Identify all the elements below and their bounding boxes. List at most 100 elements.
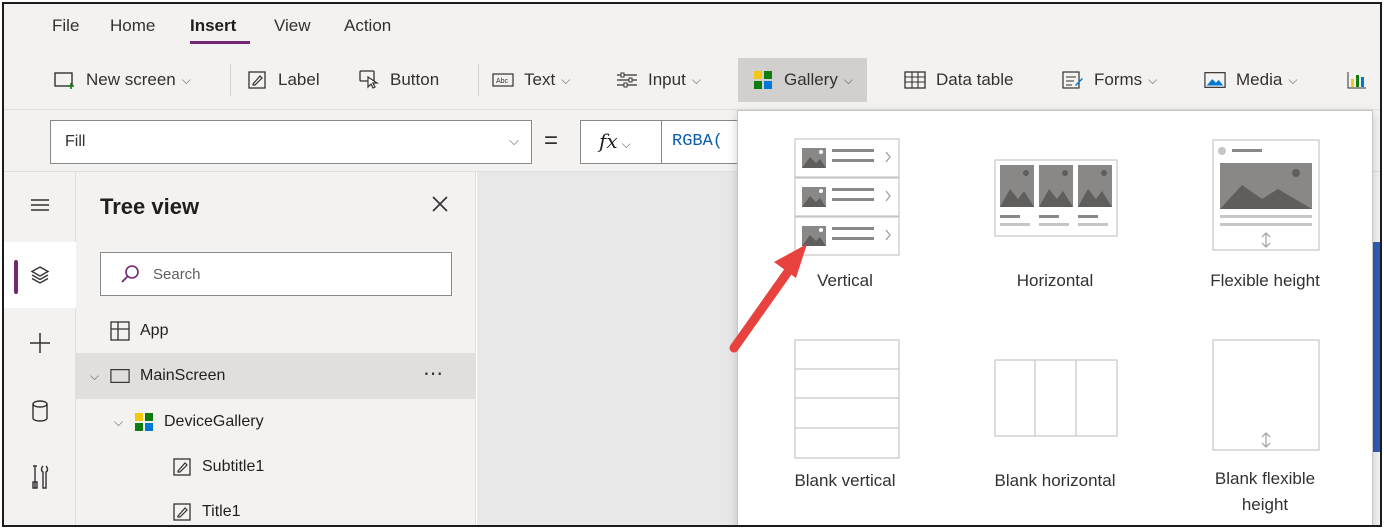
forms-button[interactable]: Forms ⌵: [1054, 58, 1165, 102]
gallery-icon: [134, 412, 154, 432]
menu-view[interactable]: View: [274, 16, 311, 36]
function-button[interactable]: fx ⌵: [580, 120, 662, 164]
chevron-down-icon: ⌵: [1288, 72, 1298, 87]
tree-node-title1[interactable]: Title1: [76, 489, 476, 525]
label-button[interactable]: Label: [236, 58, 330, 102]
horizontal-gallery-thumbnail: [994, 159, 1118, 237]
button-button-label: Button: [390, 70, 440, 89]
database-icon[interactable]: [4, 378, 76, 444]
svg-text:Abc: Abc: [496, 78, 509, 85]
tree-node-label: DeviceGallery: [164, 413, 264, 430]
menu-bar: File Home Insert View Action: [4, 4, 1380, 46]
chevron-down-icon: ⌵: [843, 72, 853, 87]
chevron-down-icon: ⌵: [561, 72, 571, 87]
data-table-button[interactable]: Data table: [896, 58, 1022, 102]
input-button-label: Input: [648, 70, 686, 89]
more-options-icon[interactable]: ⋯: [423, 361, 444, 386]
tree-view-title: Tree view: [100, 194, 200, 219]
edit-label-icon: [172, 457, 192, 477]
tree-node-app[interactable]: App: [76, 308, 476, 354]
plus-icon[interactable]: [4, 310, 76, 376]
menu-file[interactable]: File: [52, 16, 79, 36]
fx-icon: fx: [599, 129, 618, 153]
tree-node-mainscreen[interactable]: ⌵ MainScreen ⋯: [76, 353, 476, 399]
text-button-label: Text: [524, 70, 556, 89]
tree-node-label: Subtitle1: [202, 458, 265, 475]
tree-view-panel: Tree view Search App ⌵ MainScreen ⋯ ⌵ De…: [76, 172, 476, 525]
gallery-option-blank-horizontal[interactable]: Blank horizontal: [950, 335, 1160, 494]
chevron-down-icon: ⌵: [509, 133, 519, 148]
new-screen-icon: [54, 69, 76, 91]
button-cursor-icon: [358, 69, 380, 91]
menu-insert[interactable]: Insert: [190, 16, 236, 36]
gallery-option-blank-vertical[interactable]: Blank vertical: [740, 335, 950, 494]
edit-label-icon: [246, 69, 268, 91]
tree-node-label: Title1: [202, 503, 241, 520]
media-button[interactable]: Media ⌵: [1196, 58, 1305, 102]
sliders-icon: [616, 69, 638, 91]
insert-ribbon: New screen ⌵ Label Button Abc Text ⌵ Inp…: [4, 46, 1380, 110]
chevron-down-icon: ⌵: [90, 368, 100, 383]
tree-node-label: MainScreen: [140, 367, 226, 384]
blue-panel-element: [1372, 242, 1380, 452]
close-icon[interactable]: [428, 192, 452, 216]
app-icon: [110, 321, 130, 341]
chevron-down-icon: ⌵: [114, 414, 124, 429]
charts-button[interactable]: [1344, 58, 1380, 102]
blank-flexible-height-gallery-thumbnail: [1212, 339, 1320, 451]
label-button-label: Label: [278, 70, 320, 89]
blank-horizontal-gallery-thumbnail: [994, 359, 1118, 437]
input-button[interactable]: Input ⌵: [608, 58, 709, 102]
gallery-button-label: Gallery: [784, 70, 838, 89]
search-icon: [119, 263, 141, 290]
ribbon-divider: [478, 64, 479, 96]
gallery-icon: [752, 69, 774, 91]
data-table-label: Data table: [936, 70, 1014, 89]
media-button-label: Media: [1236, 70, 1283, 89]
menu-home[interactable]: Home: [110, 16, 155, 36]
chevron-down-icon: ⌵: [181, 72, 191, 87]
tree-node-devicegallery[interactable]: ⌵ DeviceGallery: [76, 399, 476, 445]
tree-node-subtitle1[interactable]: Subtitle1: [76, 444, 476, 490]
design-canvas[interactable]: [477, 172, 737, 525]
text-box-icon: Abc: [492, 69, 514, 91]
text-button[interactable]: Abc Text ⌵: [484, 58, 578, 102]
chart-icon: [1346, 69, 1368, 91]
left-rail: [4, 172, 76, 525]
table-icon: [904, 69, 926, 91]
gallery-option-flexible-height[interactable]: Flexible height: [1160, 135, 1370, 294]
screen-icon: [110, 366, 130, 386]
chevron-down-icon: ⌵: [1148, 72, 1158, 87]
flexible-height-gallery-thumbnail: [1212, 139, 1320, 251]
chevron-down-icon: ⌵: [691, 72, 701, 87]
forms-button-label: Forms: [1094, 70, 1143, 89]
formula-text: RGBA(: [672, 132, 724, 151]
edit-label-icon: [172, 502, 192, 522]
gallery-dropdown: Vertical Horizontal Flexible height Blan…: [737, 110, 1373, 525]
app-window: File Home Insert View Action New screen …: [2, 2, 1382, 527]
new-screen-button[interactable]: New screen ⌵: [42, 58, 203, 102]
active-menu-underline: [190, 41, 250, 44]
chevron-down-icon: ⌵: [621, 137, 631, 151]
property-value: Fill: [65, 133, 86, 150]
image-icon: [1204, 69, 1226, 91]
form-icon: [1062, 69, 1084, 91]
property-dropdown[interactable]: Fill ⌵: [50, 120, 532, 164]
vertical-gallery-thumbnail: [794, 138, 900, 256]
tools-icon[interactable]: [4, 444, 76, 510]
properties-panel-edge: [1372, 172, 1380, 525]
search-input[interactable]: Search: [100, 252, 452, 296]
tree-node-label: App: [140, 322, 169, 339]
hamburger-icon[interactable]: [4, 172, 76, 238]
gallery-option-vertical[interactable]: Vertical: [740, 135, 950, 294]
ribbon-divider: [230, 64, 231, 96]
blank-vertical-gallery-thumbnail: [794, 339, 900, 459]
button-button[interactable]: Button: [348, 58, 449, 102]
equals-sign: =: [544, 127, 559, 154]
gallery-option-horizontal[interactable]: Horizontal: [950, 135, 1160, 294]
new-screen-label: New screen: [86, 70, 176, 89]
gallery-option-blank-flexible-height[interactable]: Blank flexible height: [1160, 335, 1370, 518]
menu-action[interactable]: Action: [344, 16, 391, 36]
active-rail-indicator: [14, 260, 18, 294]
gallery-button[interactable]: Gallery ⌵: [738, 58, 867, 102]
